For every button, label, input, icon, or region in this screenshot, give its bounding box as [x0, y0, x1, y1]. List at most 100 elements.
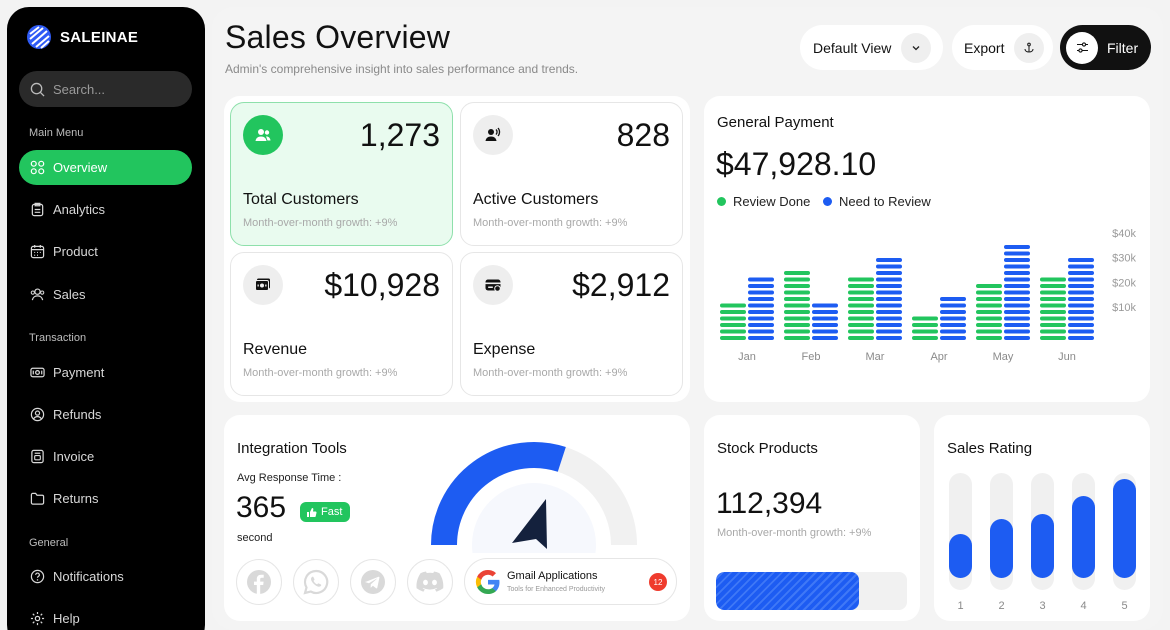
sidebar-item-notifications[interactable]: Notifications — [19, 559, 192, 594]
stat-card-total-customers[interactable]: 1,273 Total Customers Month-over-month g… — [230, 102, 453, 246]
export-button[interactable]: Export — [952, 25, 1053, 70]
legend-review-done: Review Done — [717, 194, 810, 209]
sidebar-item-label: Refunds — [53, 407, 102, 422]
rating-bar-fill — [1072, 496, 1095, 578]
search-icon — [30, 82, 45, 97]
gmail-subtitle: Tools for Enhanced Productivity — [507, 586, 606, 593]
banknote-icon — [30, 367, 45, 378]
question-circle-icon — [30, 569, 45, 584]
whatsapp-icon — [303, 569, 329, 595]
calendar-icon — [30, 244, 45, 259]
brand-logo-icon — [27, 25, 51, 49]
bar-jun-review-done — [1040, 277, 1066, 340]
bar-feb-need-to-review — [812, 303, 838, 340]
x-tick-label: May — [993, 351, 1014, 363]
stat-card-active-customers[interactable]: 828 Active Customers Month-over-month gr… — [460, 102, 683, 246]
stat-value: $10,928 — [324, 267, 440, 303]
stats-panel: 1,273 Total Customers Month-over-month g… — [224, 96, 690, 402]
user-broadcast-icon — [473, 115, 513, 155]
avg-response-label: Avg Response Time : — [237, 472, 342, 484]
sidebar-item-returns[interactable]: Returns — [19, 481, 192, 516]
stat-growth: Month-over-month growth: +9% — [243, 367, 398, 379]
bar-apr-need-to-review — [940, 297, 966, 340]
default-view-dropdown[interactable]: Default View — [800, 25, 943, 70]
sidebar-item-refunds[interactable]: Refunds — [19, 397, 192, 432]
bar-may-review-done — [976, 284, 1002, 340]
page-title: Sales Overview — [225, 19, 451, 55]
search-input[interactable]: Search... — [19, 71, 192, 107]
sidebar-item-payment[interactable]: Payment — [19, 355, 192, 390]
rating-bar-4 — [1072, 473, 1095, 590]
rating-bar-fill — [990, 519, 1013, 578]
general-payment-card: General Payment $47,928.10 Review Done N… — [704, 96, 1150, 402]
rating-bar-fill — [1113, 479, 1136, 578]
banknote-icon — [243, 265, 283, 305]
stat-value: 828 — [616, 117, 670, 153]
bar-mar-review-done — [848, 277, 874, 340]
grid-icon — [30, 160, 45, 175]
sidebar-item-label: Payment — [53, 365, 105, 380]
facebook-icon — [247, 570, 271, 594]
sidebar-item-label: Product — [53, 244, 98, 259]
payment-bar-chart: $10k$20k$30k$40k$50kJanFebMarAprMayJun — [720, 228, 1136, 363]
fast-badge: Fast — [300, 502, 351, 522]
invoice-icon — [31, 449, 44, 464]
sales-rating-card: Sales Rating 1 2 3 4 5 — [934, 415, 1150, 621]
stat-label: Revenue — [243, 341, 308, 358]
rating-bar-2 — [990, 473, 1013, 590]
stat-label: Expense — [473, 341, 536, 358]
stat-label: Total Customers — [243, 191, 359, 208]
bar-apr-review-done — [912, 316, 938, 340]
clipboard-icon — [31, 202, 44, 217]
bar-feb-review-done — [784, 271, 810, 340]
sidebar-item-invoice[interactable]: Invoice — [19, 439, 192, 474]
chevron-down-icon — [901, 32, 932, 63]
x-tick-label: Apr — [930, 351, 947, 363]
bar-mar-need-to-review — [876, 258, 902, 340]
sidebar-item-label: Invoice — [53, 449, 95, 464]
response-unit: second — [237, 532, 273, 544]
rating-bar-3 — [1031, 473, 1054, 590]
gmail-integration[interactable]: Gmail Applications Tools for Enhanced Pr… — [464, 558, 677, 605]
discord-button[interactable] — [407, 559, 453, 605]
brand[interactable]: SALEINAE — [27, 25, 138, 49]
section-transaction: Transaction — [29, 332, 87, 344]
users-icon — [243, 115, 283, 155]
bar-jun-need-to-review — [1068, 258, 1094, 340]
bar-jan-need-to-review — [748, 277, 774, 340]
discord-icon — [416, 571, 444, 592]
sidebar-item-product[interactable]: Product — [19, 234, 192, 269]
notification-count-badge: 12 — [649, 573, 667, 591]
response-time-value: 365 — [236, 491, 287, 524]
rating-label: 2 — [998, 600, 1005, 612]
sidebar-item-analytics[interactable]: Analytics — [19, 192, 192, 227]
badge-label: Fast — [321, 506, 343, 518]
rating-bar-fill — [1031, 514, 1054, 578]
stat-growth: Month-over-month growth: +9% — [473, 217, 628, 229]
rating-bar-1 — [949, 473, 972, 590]
y-tick-label: $10k — [1112, 302, 1136, 314]
stock-products-card: Stock Products 112,394 Month-over-month … — [704, 415, 920, 621]
legend-dot — [823, 197, 832, 206]
stock-progress-fill — [716, 572, 860, 610]
stat-card-revenue[interactable]: $10,928 Revenue Month-over-month growth:… — [230, 252, 453, 396]
stock-value: 112,394 — [716, 487, 823, 520]
sidebar-item-help[interactable]: Help — [19, 601, 192, 630]
stat-card-expense[interactable]: $2,912 Expense Month-over-month growth: … — [460, 252, 683, 396]
whatsapp-button[interactable] — [293, 559, 339, 605]
users-icon — [30, 288, 45, 301]
stat-value: 1,273 — [359, 117, 440, 153]
facebook-button[interactable] — [236, 559, 282, 605]
sidebar-item-sales[interactable]: Sales — [19, 277, 192, 312]
filter-button[interactable]: Filter — [1060, 25, 1151, 70]
section-general: General — [29, 537, 69, 549]
telegram-button[interactable] — [350, 559, 396, 605]
x-tick-label: Feb — [802, 351, 821, 363]
rating-label: 3 — [1039, 600, 1046, 612]
telegram-icon — [361, 570, 385, 594]
rating-label: 4 — [1080, 600, 1087, 612]
default-view-label: Default View — [813, 39, 892, 56]
gear-icon — [30, 611, 45, 626]
sidebar: SALEINAE Search... Main Menu Overview An… — [7, 7, 205, 630]
sidebar-item-overview[interactable]: Overview — [19, 150, 192, 185]
